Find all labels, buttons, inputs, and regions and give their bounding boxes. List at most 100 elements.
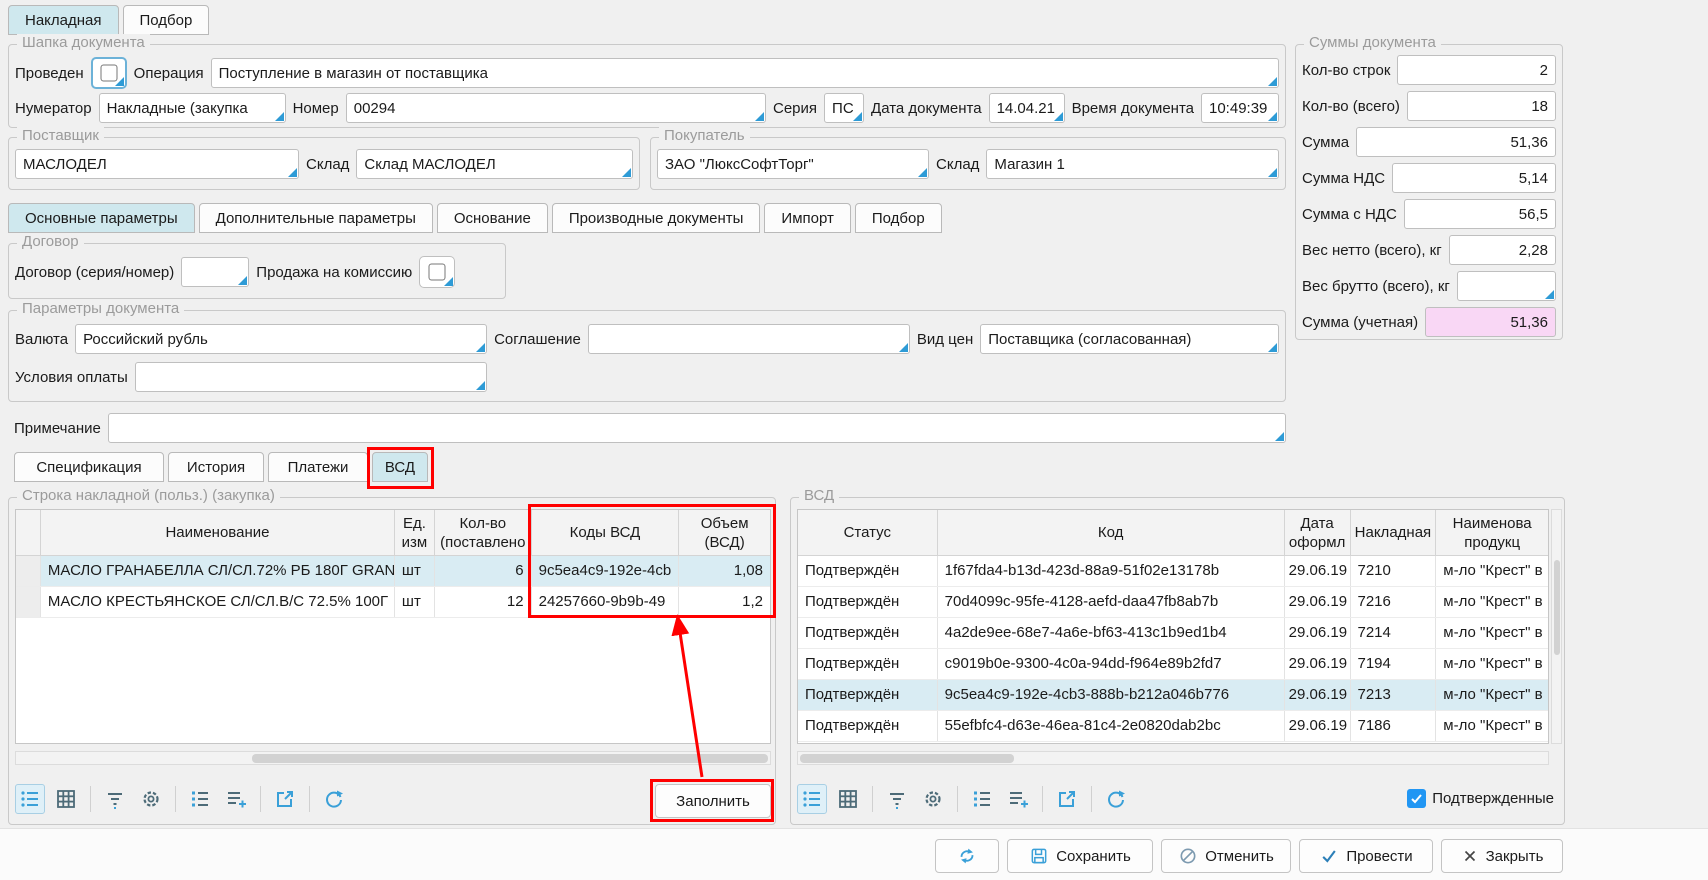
col-vsd-volume-header[interactable]: Объем (ВСД) [679,510,770,556]
reload-button[interactable] [319,784,349,814]
open-external-button[interactable] [270,784,300,814]
table-grid-button[interactable] [51,784,81,814]
col-status-header[interactable]: Статус [798,510,938,556]
sum-field[interactable]: 51,36 [1356,127,1556,157]
close-button[interactable]: Закрыть [1441,839,1563,873]
note-input[interactable] [108,413,1286,443]
table-row[interactable]: МАСЛО ГРАНАБЕЛЛА СЛ/СЛ.72% РБ 180Г GRAN … [16,556,770,587]
tab-invoice[interactable]: Накладная [8,5,119,35]
table-row[interactable]: Подтверждён 1f67fda4-b13d-423d-88a9-51f0… [798,556,1548,587]
sum-label: Сумма (учетная) [1302,314,1418,331]
number-input[interactable]: 00294 [346,93,766,123]
filter-button[interactable] [100,784,130,814]
tab-additional-params[interactable]: Дополнительные параметры [199,203,433,233]
confirmed-checkbox[interactable] [1407,789,1426,808]
numbered-list-icon [970,787,994,811]
col-invoice-header[interactable]: Накладная [1351,510,1437,556]
gross-weight-field[interactable] [1457,271,1556,301]
payment-terms-input[interactable] [135,362,487,392]
filter-button[interactable] [882,784,912,814]
confirmed-filter[interactable]: Подтвержденные [1407,789,1554,808]
col-product-header[interactable]: Наименова продукц [1436,510,1548,556]
col-qty-header[interactable]: Кол-во (поставлено [435,510,532,556]
post-button[interactable]: Провести [1299,839,1433,873]
tab-vsd[interactable]: ВСД [372,452,428,482]
tab-derived-docs[interactable]: Производные документы [552,203,761,233]
cell-invoice: 7210 [1351,556,1437,586]
vsd-vertical-scrollbar[interactable] [1551,509,1562,744]
net-weight-field[interactable]: 2,28 [1449,235,1556,265]
toolbar-separator [175,786,176,812]
col-date-header[interactable]: Дата оформл [1285,510,1351,556]
supplier-warehouse-input[interactable]: Склад МАСЛОДЕЛ [356,149,633,179]
col-vsd-codes-header[interactable]: Коды ВСД [532,510,680,556]
sum-row: Кол-во строк 2 [1302,55,1556,85]
agreement-input[interactable] [588,324,910,354]
numerator-input[interactable]: Накладные (закупка [99,93,286,123]
commission-checkbox[interactable] [419,256,455,288]
open-external-button[interactable] [1052,784,1082,814]
operation-input[interactable]: Поступление в магазин от поставщика [211,58,1279,88]
tab-specification[interactable]: Спецификация [14,452,164,482]
contract-number-input[interactable] [181,257,249,287]
tab-history[interactable]: История [168,452,264,482]
reload-button[interactable] [1101,784,1131,814]
vsd-horizontal-scrollbar[interactable] [797,751,1549,765]
fill-button[interactable]: Заполнить [655,784,771,818]
tab-selection[interactable]: Подбор [123,5,210,35]
add-rows-icon [224,787,248,811]
tab-import-label: Импорт [781,210,833,227]
list-view-button[interactable] [797,784,827,814]
numbered-list-button[interactable] [967,784,997,814]
list-view-button[interactable] [15,784,45,814]
scrollbar-thumb[interactable] [252,754,768,763]
payment-terms-label: Условия оплаты [15,369,128,386]
table-row[interactable]: Подтверждён c9019b0e-9300-4c0a-94dd-f964… [798,649,1548,680]
table-row[interactable]: МАСЛО КРЕСТЬЯНСКОЕ СЛ/СЛ.В/С 72.5% 100Г … [16,587,770,618]
toolbar-separator [260,786,261,812]
table-row[interactable]: Подтверждён 4a2de9ee-68e7-4a6e-bf63-413c… [798,618,1548,649]
posted-checkbox[interactable] [91,57,127,89]
accounting-sum-field[interactable]: 51,36 [1425,307,1556,337]
tab-basis[interactable]: Основание [437,203,548,233]
settings-button[interactable] [918,784,948,814]
doc-time-input[interactable]: 10:49:39 [1201,93,1279,123]
tab-import[interactable]: Импорт [764,203,850,233]
buyer-warehouse-input[interactable]: Магазин 1 [986,149,1279,179]
tab-selection-2[interactable]: Подбор [855,203,942,233]
tab-payments[interactable]: Платежи [268,452,368,482]
settings-button[interactable] [136,784,166,814]
buyer-input[interactable]: ЗАО "ЛюксСофтТорг" [657,149,929,179]
price-type-input[interactable]: Поставщика (согласованная) [980,324,1279,354]
sum-row: Вес нетто (всего), кг 2,28 [1302,235,1556,265]
scrollbar-thumb[interactable] [1554,560,1560,655]
tab-main-params[interactable]: Основные параметры [8,203,195,233]
add-rows-button[interactable] [1003,784,1033,814]
selector-column-header[interactable] [16,510,41,556]
supplier-input[interactable]: МАСЛОДЕЛ [15,149,299,179]
col-unit-header[interactable]: Ед. изм [395,510,435,556]
col-name-header[interactable]: Наименование [41,510,395,556]
total-qty-field[interactable]: 18 [1407,91,1556,121]
vat-sum-field[interactable]: 5,14 [1392,163,1556,193]
table-grid-button[interactable] [833,784,863,814]
cell-unit: шт [395,556,435,586]
scrollbar-thumb[interactable] [800,754,1014,763]
cell-vsd-code: 24257660-9b9b-49 [532,587,680,617]
sum-with-vat-field[interactable]: 56,5 [1404,199,1556,229]
doc-date-input[interactable]: 14.04.21 [989,93,1065,123]
table-row[interactable]: Подтверждён 55efbfc4-d63e-46ea-81c4-2e08… [798,711,1548,742]
add-rows-button[interactable] [221,784,251,814]
col-code-header[interactable]: Код [938,510,1285,556]
numbered-list-button[interactable] [185,784,215,814]
refresh-button[interactable] [935,839,999,873]
save-button[interactable]: Сохранить [1007,839,1153,873]
cell-qty: 6 [435,556,532,586]
series-input[interactable]: ПС [824,93,864,123]
table-row[interactable]: Подтверждён 70d4099c-95fe-4128-aefd-daa4… [798,587,1548,618]
currency-input[interactable]: Российский рубль [75,324,487,354]
table-row[interactable]: Подтверждён 9c5ea4c9-192e-4cb3-888b-b212… [798,680,1548,711]
cancel-button[interactable]: Отменить [1161,839,1291,873]
lines-count-field[interactable]: 2 [1397,55,1556,85]
lines-horizontal-scrollbar[interactable] [15,751,771,765]
